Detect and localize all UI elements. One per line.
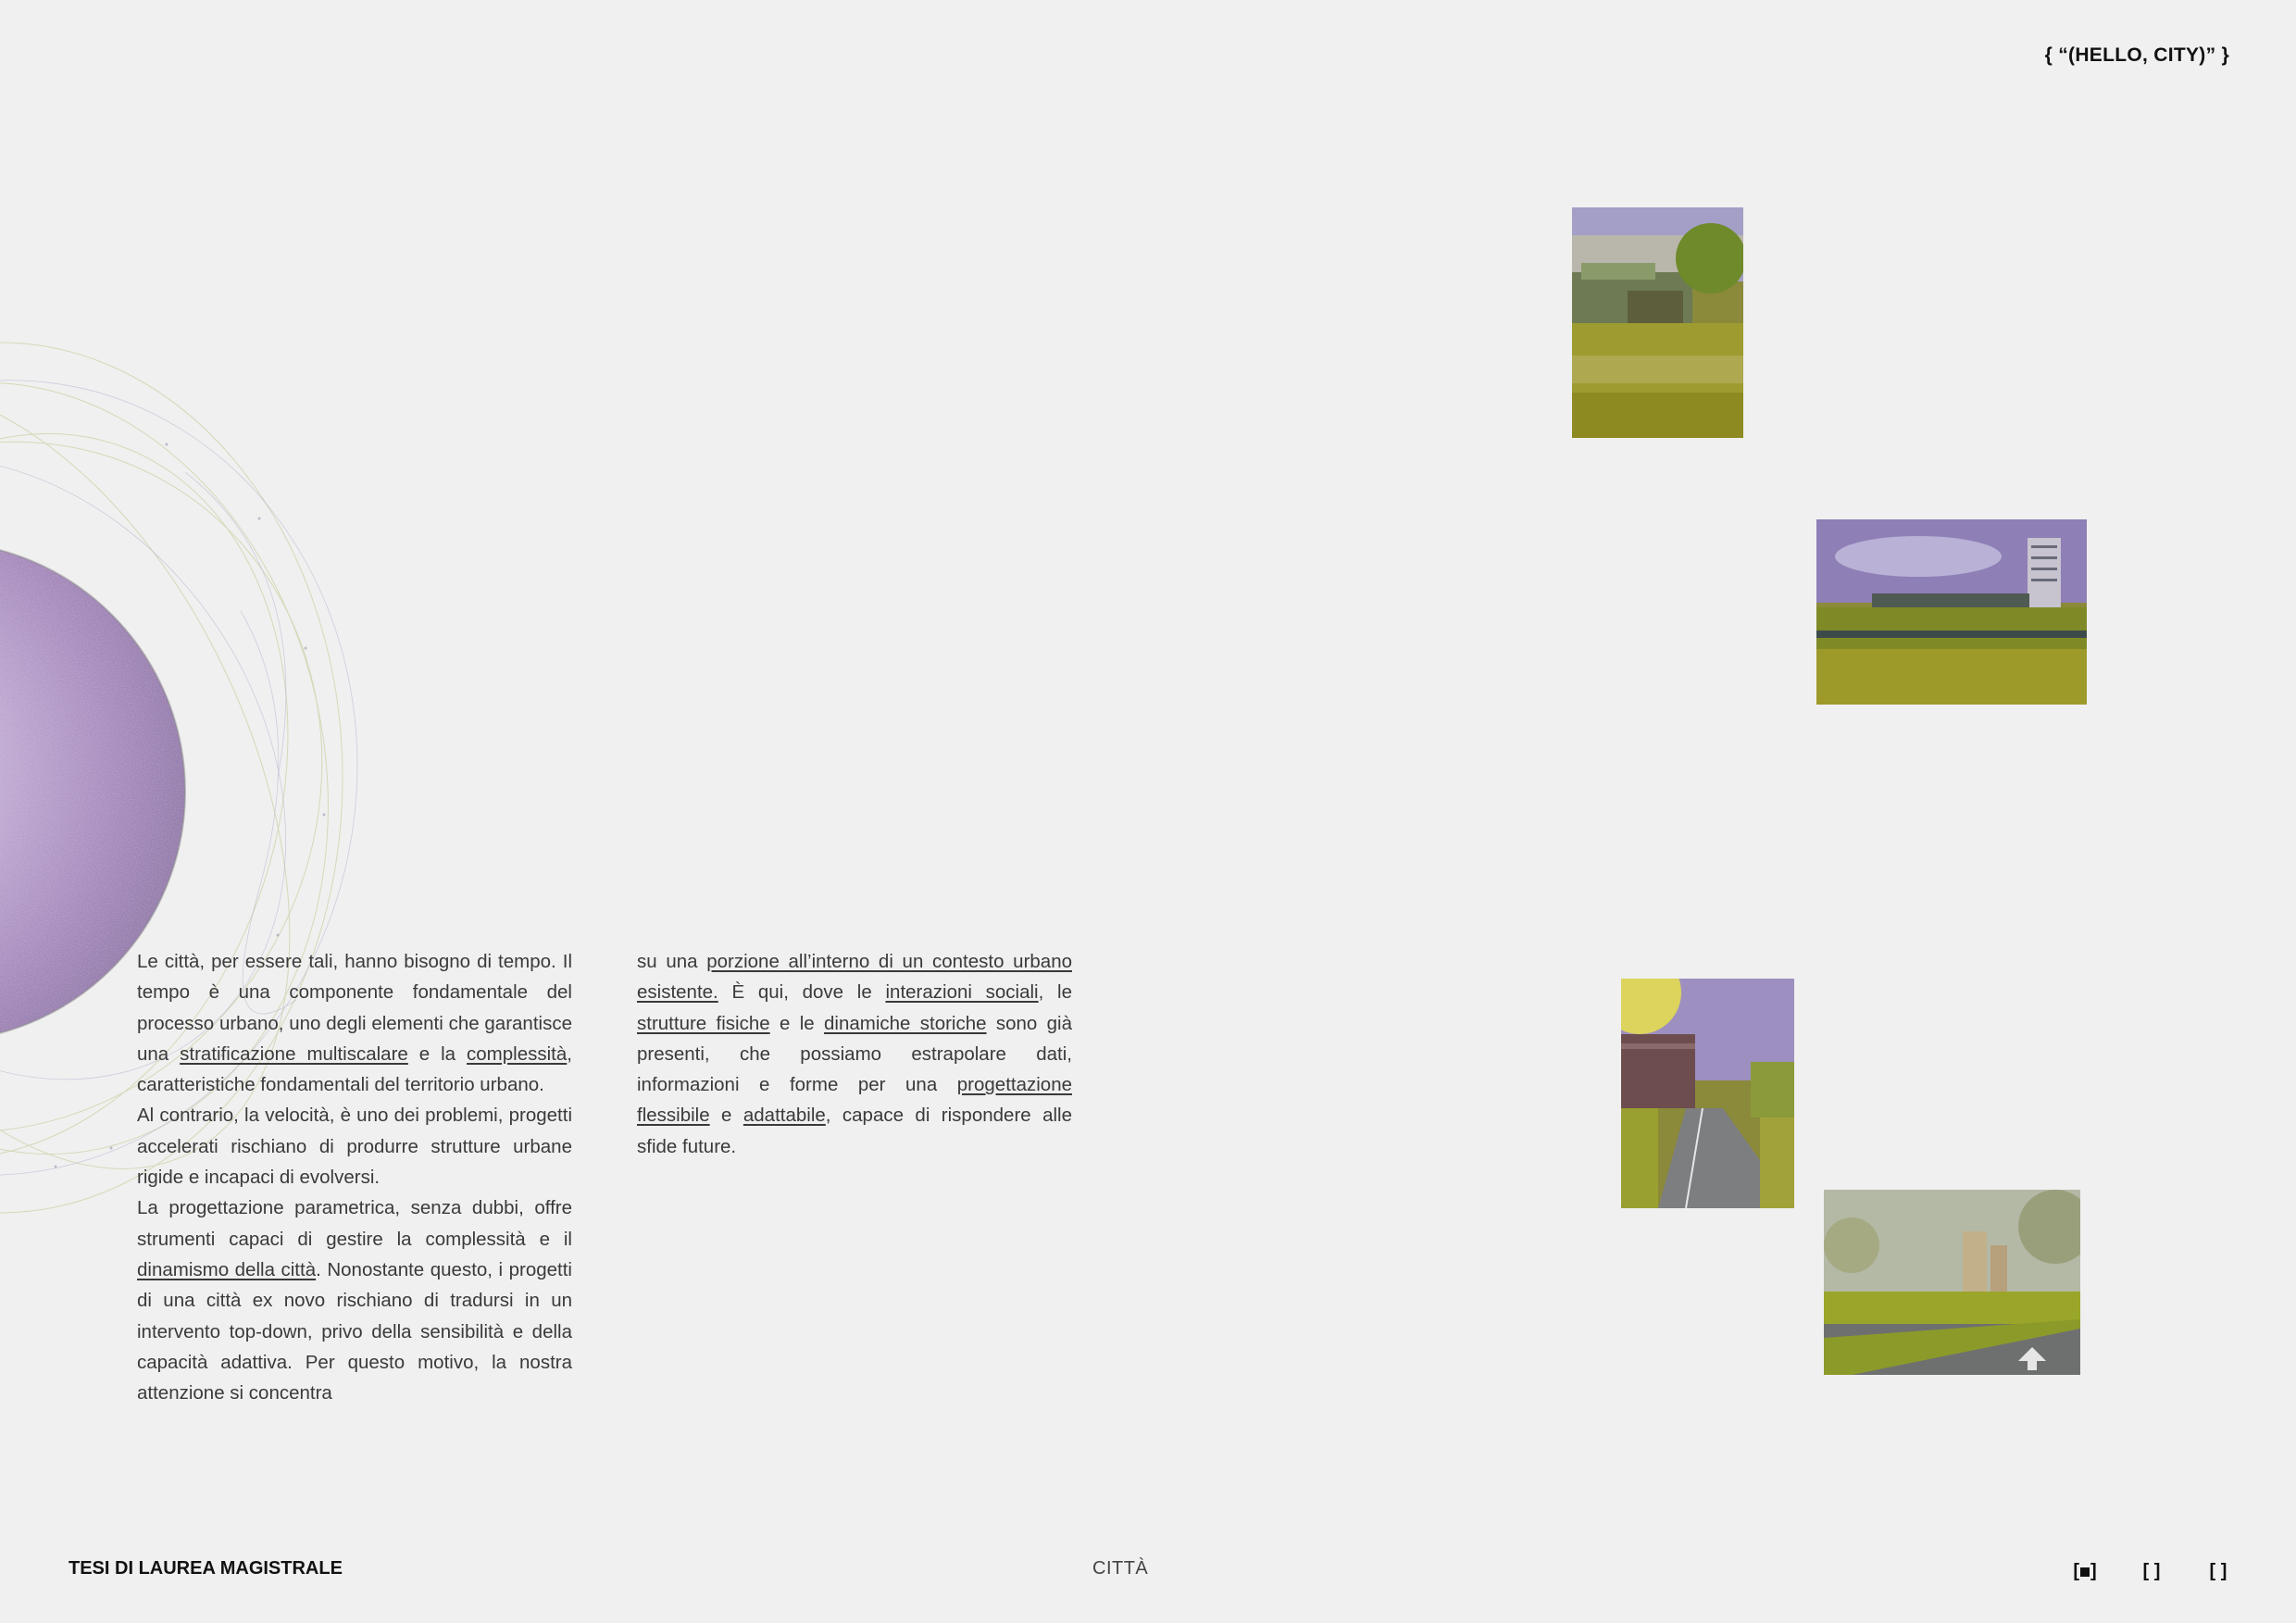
underlined-keyword: dinamismo della città [137,1258,317,1280]
underlined-keyword: complessità [467,1042,568,1065]
underlined-keyword: stratificazione multiscalare [180,1042,408,1065]
underlined-keyword: interazioni sociali [885,981,1039,1004]
header-tag: { “(HELLO, CITY)” } [2044,44,2229,66]
underlined-keyword: dinamiche storiche [823,1012,987,1034]
text-segment: , le [1038,981,1072,1004]
photo-abandoned-building [1572,207,1743,438]
body-text-column-1: Le città, per essere tali, hanno bisogno… [137,946,572,1408]
text-segment: e le [769,1012,824,1034]
page-indicators: [] [ ] [ ] [2072,1561,2231,1582]
text-segment: su una [637,951,707,972]
body-text-column-2: su una porzione all’interno di un contes… [637,946,1072,1162]
photo-street-towers [1824,1190,2080,1375]
footer-thesis-title: TESI DI LAUREA MAGISTRALE [69,1558,343,1579]
footer-section-title: CITTÀ [1092,1558,1149,1579]
photo-bridge-greenery [1816,519,2087,705]
paragraph: La progettazione parametrica, senza dubb… [137,1192,572,1408]
underlined-keyword: strutture fisiche [637,1012,770,1034]
text-segment: e la [407,1042,468,1065]
page-indicator-2[interactable]: [ ] [2139,1561,2165,1582]
underlined-keyword: adattabile [742,1105,826,1127]
page-indicator-1[interactable]: [] [2072,1561,2098,1582]
text-segment: La progettazione parametrica, senza dubb… [137,1197,572,1250]
text-segment: Al contrario, la velocità, è uno dei pro… [137,1105,572,1189]
text-segment: È qui, dove le [718,981,886,1004]
paragraph: Al contrario, la velocità, è uno dei pro… [137,1100,572,1192]
paragraph: su una porzione all’interno di un contes… [637,946,1072,1162]
text-segment: . Nonostante questo, i progetti di una c… [137,1258,572,1405]
paragraph: Le città, per essere tali, hanno bisogno… [137,946,572,1100]
page-indicator-3[interactable]: [ ] [2205,1561,2231,1582]
text-segment: e [709,1105,743,1127]
photo-road-sunset [1621,979,1794,1208]
